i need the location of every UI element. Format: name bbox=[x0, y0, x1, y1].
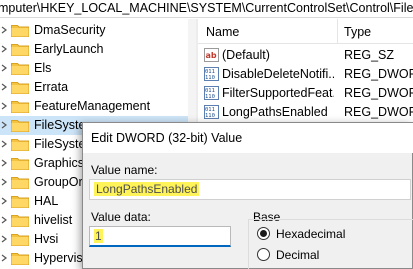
value-name: FilterSupportedFeat... bbox=[222, 86, 334, 100]
dialog-title: Edit DWORD (32-bit) Value bbox=[91, 131, 243, 145]
string-value-icon: ab bbox=[204, 48, 219, 62]
chevron-right-icon[interactable] bbox=[0, 156, 8, 170]
value-name-label: Value name: bbox=[91, 163, 158, 177]
value-name-field: LongPathsEnabled bbox=[89, 179, 411, 200]
svg-text:110: 110 bbox=[205, 75, 215, 81]
tree-item[interactable]: Errata bbox=[0, 78, 195, 97]
tree-item-label: Hvsi bbox=[34, 232, 59, 246]
svg-text:ab: ab bbox=[206, 51, 217, 60]
chevron-right-icon[interactable] bbox=[0, 99, 8, 113]
folder-icon bbox=[11, 100, 29, 113]
folder-icon bbox=[11, 81, 29, 94]
tree-item-label: Errata bbox=[34, 80, 69, 94]
tree-item-label: Els bbox=[34, 61, 52, 75]
address-path: mputer\HKEY_LOCAL_MACHINE\SYSTEM\Current… bbox=[0, 1, 413, 15]
decimal-label[interactable]: Decimal bbox=[276, 248, 319, 262]
chevron-right-icon[interactable] bbox=[0, 137, 8, 151]
chevron-right-icon[interactable] bbox=[0, 175, 8, 189]
svg-text:110: 110 bbox=[205, 94, 215, 100]
svg-text:110: 110 bbox=[205, 113, 215, 119]
edit-dword-dialog: Edit DWORD (32-bit) Value Value name: Lo… bbox=[82, 122, 413, 269]
folder-icon bbox=[11, 157, 29, 170]
list-header: Name Type bbox=[198, 19, 413, 44]
tree-item[interactable]: DmaSecurity bbox=[0, 21, 195, 40]
chevron-right-icon[interactable] bbox=[0, 251, 8, 265]
chevron-right-icon[interactable] bbox=[0, 61, 8, 75]
folder-icon bbox=[11, 24, 29, 37]
folder-icon bbox=[11, 252, 29, 265]
value-row[interactable]: 011110DisableDeleteNotifi... REG_DWORD bbox=[198, 65, 413, 84]
folder-icon bbox=[11, 43, 29, 56]
tree-item-label: HAL bbox=[34, 194, 59, 208]
folder-icon bbox=[11, 138, 29, 151]
tree-item-label: EarlyLaunch bbox=[34, 42, 104, 56]
folder-icon bbox=[11, 214, 29, 227]
folder-icon bbox=[11, 119, 29, 132]
folder-icon bbox=[11, 176, 29, 189]
value-data-text: 1 bbox=[94, 229, 103, 243]
value-type: REG_DWORD bbox=[344, 105, 413, 119]
value-data-input[interactable]: 1 bbox=[89, 226, 231, 247]
chevron-right-icon[interactable] bbox=[0, 42, 8, 56]
binary-value-icon: 011 110 bbox=[204, 86, 219, 100]
value-row[interactable]: 011110LongPathsEnabled REG_DWORD bbox=[198, 103, 413, 122]
binary-value-icon: 011 110 bbox=[204, 67, 219, 81]
value-type: REG_SZ bbox=[344, 48, 395, 62]
column-header-type[interactable]: Type bbox=[344, 25, 371, 39]
value-type: REG_DWORD bbox=[344, 86, 413, 100]
column-header-name[interactable]: Name bbox=[206, 25, 239, 39]
chevron-right-icon[interactable] bbox=[0, 23, 8, 37]
chevron-right-icon[interactable] bbox=[0, 80, 8, 94]
chevron-right-icon[interactable] bbox=[0, 213, 8, 227]
tree-item-label: hivelist bbox=[34, 213, 73, 227]
decimal-radio[interactable] bbox=[257, 248, 270, 261]
value-name-text: LongPathsEnabled bbox=[94, 182, 200, 196]
tree-item[interactable]: EarlyLaunch bbox=[0, 40, 195, 59]
value-row[interactable]: ab (Default) REG_SZ bbox=[198, 46, 413, 65]
hexadecimal-label[interactable]: Hexadecimal bbox=[276, 227, 345, 241]
value-type: REG_DWORD bbox=[344, 67, 413, 81]
address-bar[interactable]: mputer\HKEY_LOCAL_MACHINE\SYSTEM\Current… bbox=[0, 0, 413, 18]
dialog-title-bar[interactable]: Edit DWORD (32-bit) Value bbox=[83, 123, 413, 153]
value-name: (Default) bbox=[222, 48, 270, 62]
hexadecimal-radio[interactable] bbox=[257, 227, 270, 240]
binary-value-icon: 011 110 bbox=[204, 105, 219, 119]
chevron-right-icon[interactable] bbox=[0, 118, 8, 132]
tree-item[interactable]: Els bbox=[0, 59, 195, 78]
chevron-right-icon[interactable] bbox=[0, 232, 8, 246]
folder-icon bbox=[11, 195, 29, 208]
chevron-right-icon[interactable] bbox=[0, 194, 8, 208]
folder-icon bbox=[11, 233, 29, 246]
column-separator[interactable] bbox=[337, 19, 338, 44]
value-data-label: Value data: bbox=[91, 210, 151, 224]
value-row[interactable]: 011110FilterSupportedFeat... REG_DWORD bbox=[198, 84, 413, 103]
tree-item-label: DmaSecurity bbox=[34, 23, 106, 37]
tree-item[interactable]: FeatureManagement bbox=[0, 97, 195, 116]
value-name: LongPathsEnabled bbox=[222, 105, 328, 119]
folder-icon bbox=[11, 62, 29, 75]
value-name: DisableDeleteNotifi... bbox=[222, 67, 334, 81]
tree-item-label: FeatureManagement bbox=[34, 99, 151, 113]
